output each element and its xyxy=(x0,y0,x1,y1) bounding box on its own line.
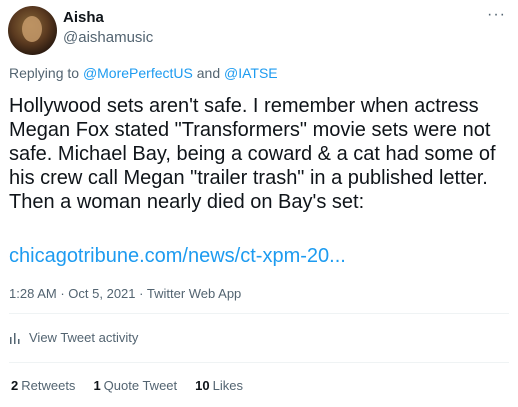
author-name[interactable]: Aisha xyxy=(63,9,104,26)
replying-prefix: Replying to xyxy=(9,65,80,81)
likes-count: 10 xyxy=(195,378,210,393)
bar-chart-icon xyxy=(10,332,20,344)
retweets-count: 2 xyxy=(11,378,19,393)
quote-tweets-stat[interactable]: 1 Quote Tweet xyxy=(93,378,177,393)
quotes-label: Quote Tweet xyxy=(103,378,178,393)
meta-separator: · xyxy=(139,286,144,301)
retweets-stat[interactable]: 2 Retweets xyxy=(11,378,75,393)
avatar[interactable] xyxy=(8,6,57,55)
tweet-link[interactable]: chicagotribune.com/news/ct-xpm-20... xyxy=(9,245,346,268)
tweet-date[interactable]: Oct 5, 2021 xyxy=(68,286,135,301)
meta-separator: · xyxy=(60,286,65,301)
tweet-time[interactable]: 1:28 AM xyxy=(9,286,57,301)
author-handle[interactable]: @aishamusic xyxy=(63,29,153,46)
tweet-meta: 1:28 AM · Oct 5, 2021 · Twitter Web App xyxy=(9,286,241,301)
tweet-stats: 2 Retweets 1 Quote Tweet 10 Likes xyxy=(11,378,261,393)
replying-to: Replying to @MorePerfectUS and @IATSE xyxy=(9,65,278,81)
mention-link[interactable]: @MorePerfectUS xyxy=(83,65,193,81)
replying-conjunction: and xyxy=(196,65,221,81)
tweet-source[interactable]: Twitter Web App xyxy=(147,286,241,301)
divider xyxy=(9,362,509,363)
tweet-text: Hollywood sets aren't safe. I remember w… xyxy=(9,95,496,213)
tweet-card: Aisha @aishamusic ··· Replying to @MoreP… xyxy=(0,0,518,407)
retweets-label: Retweets xyxy=(21,378,76,393)
mention-link[interactable]: @IATSE xyxy=(224,65,278,81)
divider xyxy=(9,313,509,314)
likes-stat[interactable]: 10 Likes xyxy=(195,378,243,393)
ellipsis-icon[interactable]: ··· xyxy=(487,6,506,24)
view-activity-label: View Tweet activity xyxy=(29,330,139,345)
view-activity-button[interactable]: View Tweet activity xyxy=(9,330,138,345)
likes-label: Likes xyxy=(212,378,243,393)
quotes-count: 1 xyxy=(93,378,101,393)
